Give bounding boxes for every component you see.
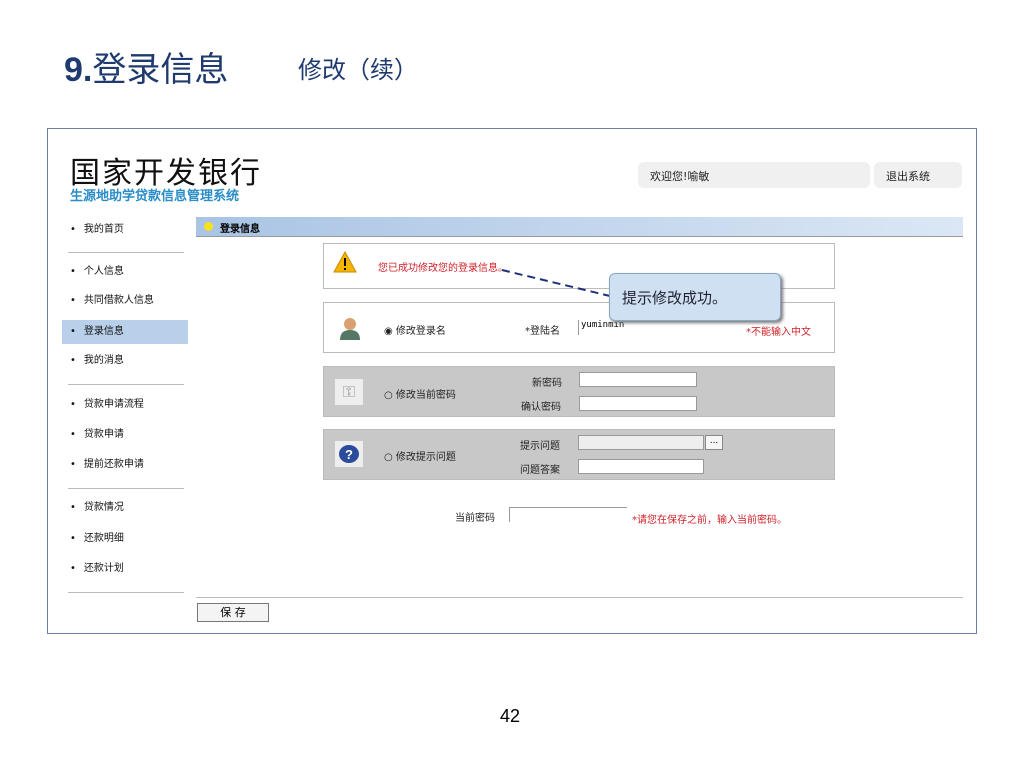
keys-icon: ⚿ <box>335 379 363 405</box>
question-picker-button[interactable]: ... <box>705 435 723 450</box>
page-number: 42 <box>500 706 521 726</box>
callout-connector <box>501 269 611 297</box>
answer-label: 问题答案 <box>520 465 560 476</box>
title-number: 9. <box>64 51 93 89</box>
slide-subtitle: 修改（续） <box>298 56 418 84</box>
answer-input[interactable] <box>578 459 704 474</box>
new-password-label: 新密码 <box>532 378 562 389</box>
save-button[interactable]: 保 存 <box>197 603 269 622</box>
nav-prepayment[interactable]: 提前还款申请 <box>68 453 188 477</box>
nav-divider <box>68 252 184 253</box>
login-name-hint: *不能输入中文 <box>746 327 811 338</box>
section-header: 登录信息 <box>196 217 963 237</box>
nav-repayment-plan[interactable]: 还款计划 <box>68 557 188 581</box>
login-name-label: *登陆名 <box>525 326 560 337</box>
nav-home[interactable]: 我的首页 <box>68 218 188 242</box>
radio-label: 修改提示问题 <box>395 452 456 463</box>
current-password-hint: *请您在保存之前，输入当前密码。 <box>632 515 787 526</box>
nav-repayment-detail[interactable]: 还款明细 <box>68 527 188 551</box>
change-question-radio[interactable]: ○ 修改提示问题 <box>384 448 456 463</box>
system-name: 生源地助学贷款信息管理系统 <box>70 189 240 204</box>
current-password-label: 当前密码 <box>455 513 495 524</box>
svg-text:?: ? <box>345 447 353 462</box>
logout-link[interactable]: 退出系统 <box>874 162 962 188</box>
user-icon <box>336 315 364 341</box>
change-login-name-radio[interactable]: ◉ 修改登录名 <box>384 322 446 337</box>
question-select[interactable] <box>578 435 704 450</box>
footer-divider <box>196 597 963 598</box>
nav-coborrower-info[interactable]: 共同借款人信息 <box>68 289 188 313</box>
slide-title: 9.登录信息 <box>64 42 228 91</box>
change-password-radio[interactable]: ○ 修改当前密码 <box>384 386 456 401</box>
nav-loan-apply[interactable]: 贷款申请 <box>68 423 188 447</box>
nav-messages[interactable]: 我的消息 <box>68 349 188 373</box>
nav-loan-process[interactable]: 贷款申请流程 <box>68 393 188 417</box>
nav-loan-status[interactable]: 贷款情况 <box>68 496 188 520</box>
nav-divider <box>68 592 184 593</box>
section-title: 登录信息 <box>220 224 260 235</box>
welcome-text: 欢迎您!喻敏 <box>638 162 870 188</box>
confirm-password-input[interactable] <box>579 396 697 411</box>
nav-login-info[interactable]: 登录信息 <box>62 320 188 344</box>
login-name-input[interactable]: yuminmin <box>578 320 698 335</box>
title-text: 登录信息 <box>92 50 229 90</box>
help-icon: ? <box>335 441 363 467</box>
callout-tooltip: 提示修改成功。 <box>609 273 781 321</box>
confirm-password-label: 确认密码 <box>521 402 561 413</box>
question-label: 提示问题 <box>520 441 560 452</box>
nav-personal-info[interactable]: 个人信息 <box>68 260 188 284</box>
radio-label: 修改当前密码 <box>395 390 456 401</box>
current-password-input[interactable] <box>509 507 627 522</box>
nav-divider <box>68 384 184 385</box>
nav-divider <box>68 488 184 489</box>
radio-label: 修改登录名 <box>395 326 446 337</box>
success-message: 您已成功修改您的登录信息。 <box>378 263 508 274</box>
warning-icon <box>333 250 357 277</box>
new-password-input[interactable] <box>579 372 697 387</box>
